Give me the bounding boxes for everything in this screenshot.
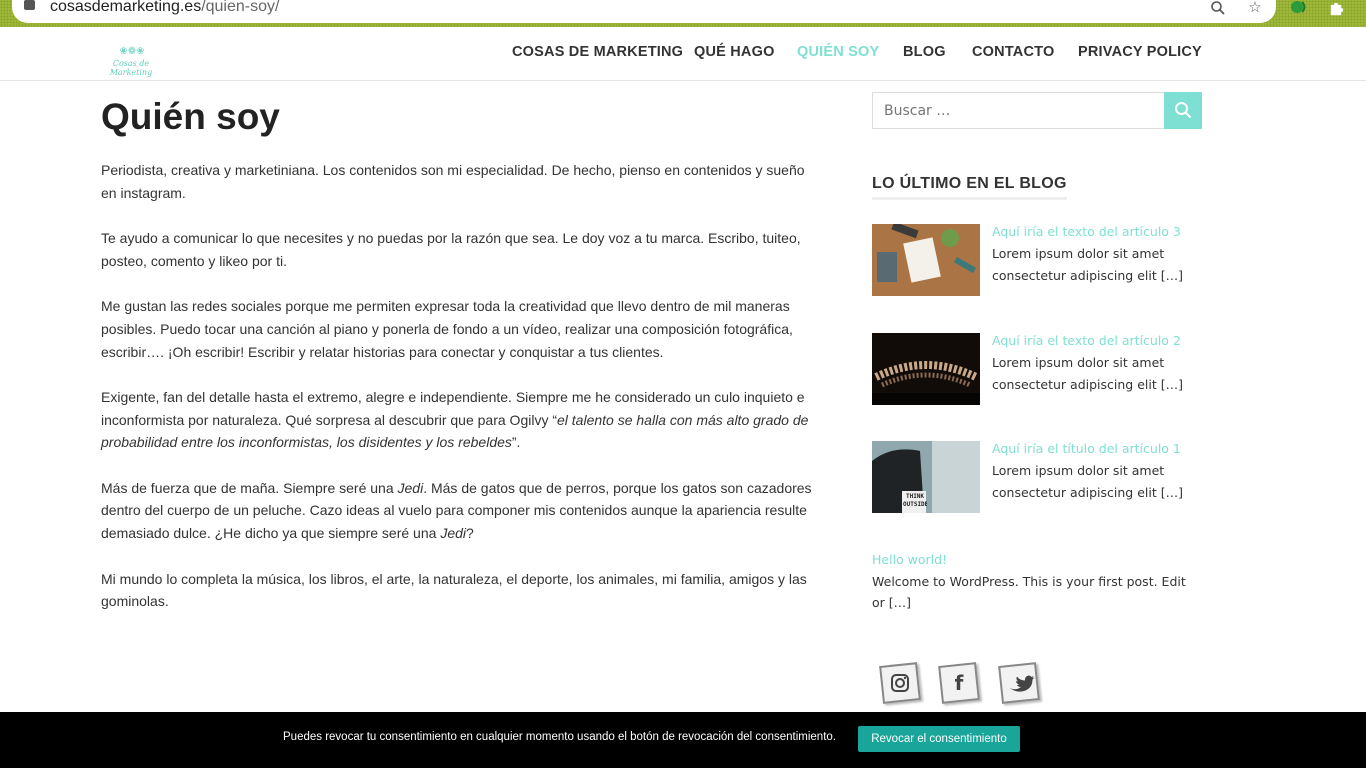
post-excerpt: Lorem ipsum dolor sit amet consectetur a… bbox=[992, 246, 1183, 283]
post-title-link[interactable]: Aquí iría el texto del artículo 2 bbox=[992, 333, 1181, 348]
thumbnail-sign-text: THINK OUTSIDE bbox=[903, 493, 927, 508]
paragraph-text: Más de fuerza que de maña. Siempre seré … bbox=[101, 479, 398, 496]
recent-post-text-only: Hello world! Welcome to WordPress. This … bbox=[872, 549, 1202, 614]
paragraph: Más de fuerza que de maña. Siempre seré … bbox=[101, 477, 817, 545]
post-excerpt: Lorem ipsum dolor sit amet consectetur a… bbox=[992, 355, 1183, 392]
paragraph: Periodista, creativa y marketiniana. Los… bbox=[101, 162, 805, 201]
emphasis-jedi: Jedi bbox=[397, 479, 424, 496]
instagram-link[interactable] bbox=[879, 662, 921, 704]
widget-title: LO ÚLTIMO EN EL BLOG bbox=[872, 175, 1067, 200]
nav-item-cosas-de-marketing[interactable]: COSAS DE MARKETING bbox=[512, 44, 683, 60]
facebook-icon: f bbox=[954, 671, 964, 695]
star-icon[interactable]: ☆ bbox=[1246, 0, 1264, 16]
post-thumbnail[interactable] bbox=[872, 333, 980, 405]
page-title: Quién soy bbox=[101, 96, 280, 137]
nav-item-que-hago[interactable]: QUÉ HAGO bbox=[694, 44, 775, 60]
nav-item-quien-soy[interactable]: QUIÉN SOY bbox=[797, 44, 879, 60]
nav-item-privacy-policy[interactable]: PRIVACY POLICY bbox=[1078, 44, 1202, 60]
post-title-link[interactable]: Hello world! bbox=[872, 549, 1202, 571]
instagram-icon bbox=[881, 664, 919, 702]
nav-item-blog[interactable]: BLOG bbox=[903, 44, 946, 60]
browser-address-bar: cosasdemarketing.es/quien-soy/ ☆ bbox=[0, 0, 1366, 27]
url-host: cosasdemarketing.es bbox=[50, 0, 202, 15]
puzzle-icon[interactable] bbox=[1328, 0, 1346, 16]
twitter-link[interactable] bbox=[998, 662, 1040, 704]
lock-icon[interactable] bbox=[24, 0, 35, 10]
post-excerpt: Lorem ipsum dolor sit amet consectetur a… bbox=[992, 463, 1183, 500]
revoke-consent-button[interactable]: Revocar el consentimiento bbox=[858, 726, 1020, 752]
url-text[interactable]: cosasdemarketing.es/quien-soy/ bbox=[50, 0, 279, 16]
post-title-link[interactable]: Aquí iría el texto del artículo 3 bbox=[992, 224, 1181, 239]
logo-text: Cosas de Marketing bbox=[109, 59, 153, 77]
paragraph-text: ? bbox=[466, 525, 474, 542]
post-thumbnail[interactable]: THINK OUTSIDE bbox=[872, 441, 980, 513]
search-input[interactable] bbox=[872, 92, 1165, 129]
page-content: Periodista, creativa y marketiniana. Los… bbox=[101, 159, 817, 636]
paragraph: Te ayudo a comunicar lo que necesites y … bbox=[101, 230, 801, 269]
recent-post: THINK OUTSIDE Aquí iría el título del ar… bbox=[872, 441, 1202, 515]
cookie-text: Puedes revocar tu consentimiento en cual… bbox=[283, 731, 836, 743]
facebook-link[interactable]: f bbox=[938, 662, 980, 704]
extension-status-icon[interactable] bbox=[1290, 0, 1308, 16]
search-form bbox=[872, 92, 1202, 129]
post-title-link[interactable]: Aquí iría el título del artículo 1 bbox=[992, 441, 1181, 456]
logo-ornament-icon: ❀❁❀ bbox=[119, 46, 145, 57]
search-button[interactable] bbox=[1164, 92, 1202, 129]
site-logo[interactable]: ❀❁❀ Cosas de Marketing bbox=[100, 46, 162, 78]
paragraph: Mi mundo lo completa la música, los libr… bbox=[101, 570, 807, 610]
url-path: /quien-soy/ bbox=[201, 0, 280, 15]
paragraph-text: ”. bbox=[511, 434, 521, 451]
post-thumbnail[interactable] bbox=[872, 224, 980, 296]
emphasis-jedi: Jedi bbox=[440, 525, 466, 542]
nav-item-contacto[interactable]: CONTACTO bbox=[972, 44, 1054, 60]
recent-post: Aquí iría el texto del artículo 2 Lorem … bbox=[872, 333, 1202, 407]
zoom-icon[interactable] bbox=[1209, 0, 1227, 16]
twitter-icon bbox=[1000, 664, 1038, 702]
post-excerpt: Welcome to WordPress. This is your first… bbox=[872, 573, 1186, 611]
paragraph: Exigente, fan del detalle hasta el extre… bbox=[101, 386, 817, 454]
recent-post: Aquí iría el texto del artículo 3 Lorem … bbox=[872, 224, 1202, 298]
search-icon bbox=[1175, 102, 1192, 119]
site-header: ❀❁❀ Cosas de Marketing COSAS DE MARKETIN… bbox=[0, 27, 1366, 81]
paragraph: Me gustan las redes sociales porque me p… bbox=[101, 298, 793, 360]
cookie-consent-bar: Puedes revocar tu consentimiento en cual… bbox=[0, 712, 1366, 768]
